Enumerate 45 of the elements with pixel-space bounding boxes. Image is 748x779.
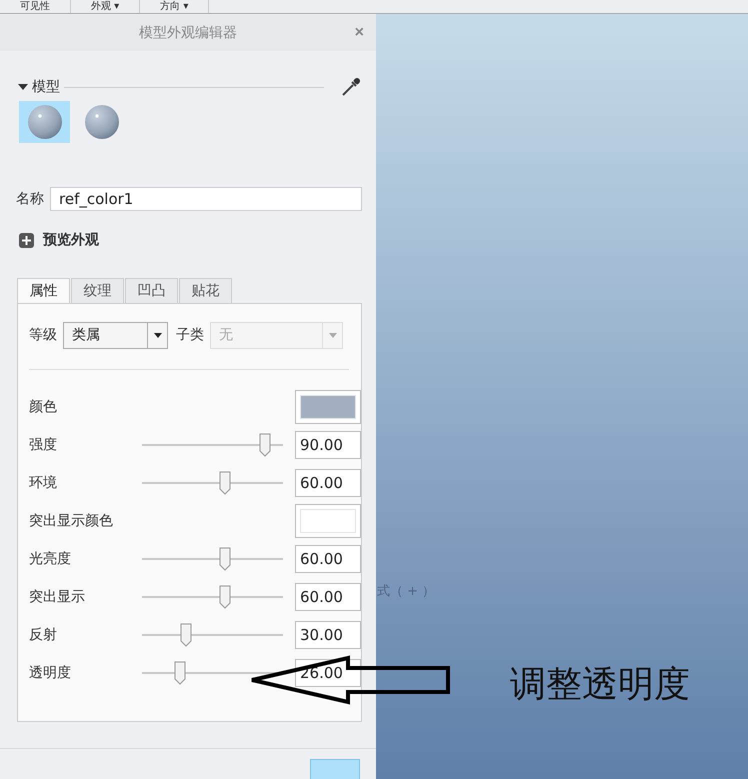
property-label: 环境 (29, 474, 58, 492)
field-label: 等级 (29, 326, 57, 344)
material-swatch[interactable] (19, 101, 70, 144)
property-label: 突出显示 (29, 588, 86, 606)
property-label: 突出显示颜色 (29, 512, 114, 530)
caret-icon (328, 332, 336, 338)
value-field[interactable]: 90.00 (295, 431, 361, 460)
tab[interactable]: 贴花 (179, 278, 232, 304)
property-label: 颜色 (29, 398, 58, 416)
tab[interactable]: 属性 (17, 278, 70, 304)
dialog-button[interactable] (310, 759, 360, 779)
slider-thumb[interactable] (219, 471, 232, 496)
dialog-title: 模型外观编辑器 (139, 24, 237, 42)
property-label: 透明度 (29, 664, 72, 682)
field-label: 名称 (16, 190, 44, 208)
property-label: 光亮度 (29, 550, 72, 568)
slider-thumb[interactable] (258, 433, 271, 458)
grade-dropdown[interactable]: 类属 (63, 322, 168, 349)
slider-thumb[interactable] (219, 547, 232, 572)
property-label: 反射 (29, 626, 58, 644)
annotation-text: 调整透明度 (510, 663, 690, 707)
toolbar-tab[interactable]: 外观 ▾ (71, 0, 140, 13)
viewport-hint: 式（ + ） (377, 583, 436, 600)
color-swatch-button[interactable] (295, 390, 361, 424)
tab[interactable]: 凹凸 (125, 278, 178, 304)
property-label: 强度 (29, 436, 58, 454)
value-field[interactable]: 30.00 (295, 621, 361, 650)
value-field[interactable]: 60.00 (295, 583, 361, 612)
slider-thumb[interactable] (180, 623, 192, 648)
section-label[interactable]: 预览外观 (43, 231, 99, 250)
collapse-caret-icon[interactable] (18, 83, 28, 92)
caret-icon (154, 332, 162, 338)
toolbar-tab[interactable]: 方向 ▾ (140, 0, 210, 13)
slider-thumb[interactable] (219, 585, 232, 610)
section-label: 模型 (32, 78, 60, 96)
toolbar-tab[interactable]: 可见性 (0, 0, 71, 13)
value-field[interactable]: 60.00 (295, 469, 361, 498)
tab[interactable]: 纹理 (71, 278, 124, 304)
value-field[interactable]: 60.00 (295, 545, 361, 574)
expand-icon[interactable] (19, 232, 34, 248)
slider-thumb[interactable] (174, 661, 186, 686)
field-label: 子类 (176, 326, 204, 344)
eyedropper-icon[interactable] (340, 76, 362, 98)
color-swatch-button[interactable] (295, 504, 361, 538)
name-field[interactable]: ref_color1 (50, 187, 362, 212)
